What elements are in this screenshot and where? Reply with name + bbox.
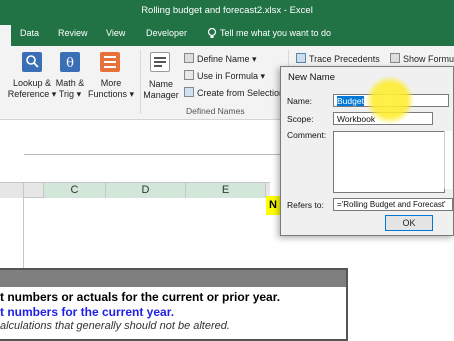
comment-scrollbar[interactable] xyxy=(444,131,452,189)
dialog-title: New Name xyxy=(288,72,335,83)
refers-to-value: ='Rolling Budget and Forecast' xyxy=(337,200,446,209)
name-manager-icon xyxy=(150,52,170,72)
ribbon-tabs: Data Review View Developer Tell me what … xyxy=(0,21,454,46)
tab-data[interactable]: Data xyxy=(20,28,39,38)
tab-view[interactable]: View xyxy=(106,28,125,38)
tag-icon xyxy=(184,53,194,63)
trace-precedents-label: Trace Precedents xyxy=(309,54,380,64)
select-all-corner[interactable] xyxy=(0,183,24,198)
legend-notes-box: t numbers or actuals for the current or … xyxy=(0,268,348,341)
more-label-1: More xyxy=(100,78,122,88)
show-formulas-label: Show Formul xyxy=(403,54,454,64)
math-trig-icon: θ xyxy=(60,52,80,72)
scope-label: Scope: xyxy=(287,114,314,124)
trace-precedents-icon xyxy=(296,53,306,63)
window-title: Rolling budget and forecast2.xlsx - Exce… xyxy=(141,5,313,16)
refers-to-input[interactable]: ='Rolling Budget and Forecast' xyxy=(333,198,453,211)
column-header-row: C D E xyxy=(0,182,270,198)
svg-text:θ: θ xyxy=(66,56,74,71)
define-name-button[interactable]: Define Name ▾ xyxy=(184,53,257,65)
lookup-icon xyxy=(22,52,42,72)
show-formulas-button[interactable]: Show Formul xyxy=(390,53,454,64)
math-label-2: Trig ▾ xyxy=(58,89,82,99)
name-manager-button[interactable]: Name Manager xyxy=(140,79,182,101)
cursor-highlight xyxy=(366,76,414,124)
name-manager-label-1: Name xyxy=(148,79,173,89)
name-manager-label-2: Manager xyxy=(143,90,179,100)
defined-names-group-label: Defined Names xyxy=(186,106,245,116)
define-name-label: Define Name xyxy=(197,54,250,64)
ok-button[interactable]: OK xyxy=(385,215,433,231)
create-from-selection-button[interactable]: Create from Selection xyxy=(184,87,284,98)
comment-label: Comment: xyxy=(287,130,327,140)
note-calculations: alculations that generally should not be… xyxy=(0,320,230,332)
tab-active[interactable] xyxy=(0,25,11,46)
row-header-column xyxy=(0,198,24,268)
name-label: Name: xyxy=(287,96,313,106)
name-input-value: Budget xyxy=(337,96,364,106)
use-in-formula-button[interactable]: Use in Formula ▾ xyxy=(184,70,265,82)
lightbulb-icon xyxy=(207,27,217,38)
more-functions-icon xyxy=(100,52,120,72)
more-label-2: Functions ▾ xyxy=(87,89,135,99)
refers-to-label: Refers to: xyxy=(287,200,324,210)
show-formulas-icon xyxy=(390,53,400,63)
tab-review[interactable]: Review xyxy=(58,28,88,38)
column-header-c[interactable]: C xyxy=(44,183,106,198)
create-from-selection-label: Create from Selection xyxy=(197,88,285,98)
column-header-d[interactable]: D xyxy=(106,183,186,198)
tell-me-search[interactable]: Tell me what you want to do xyxy=(220,28,331,38)
note-actuals: t numbers or actuals for the current or … xyxy=(0,290,281,304)
use-in-formula-label: Use in Formula xyxy=(197,71,259,81)
math-trig-button[interactable]: Math & Trig ▾ xyxy=(52,78,88,100)
more-functions-button[interactable]: More Functions ▾ xyxy=(86,78,136,100)
formula-icon xyxy=(184,70,194,80)
math-label-1: Math & xyxy=(55,78,85,88)
tab-developer[interactable]: Developer xyxy=(146,28,187,38)
column-header-b[interactable] xyxy=(24,183,44,198)
column-header-e[interactable]: E xyxy=(186,183,266,198)
trace-precedents-button[interactable]: Trace Precedents xyxy=(296,53,380,64)
grid-icon xyxy=(184,87,194,97)
scope-value: Workbook xyxy=(337,114,376,124)
title-bar: Rolling budget and forecast2.xlsx - Exce… xyxy=(0,0,454,21)
notes-header-bar xyxy=(0,270,346,287)
formula-bar[interactable] xyxy=(24,154,284,155)
comment-textarea[interactable] xyxy=(333,131,445,193)
note-current-year: t numbers for the current year. xyxy=(0,305,175,319)
